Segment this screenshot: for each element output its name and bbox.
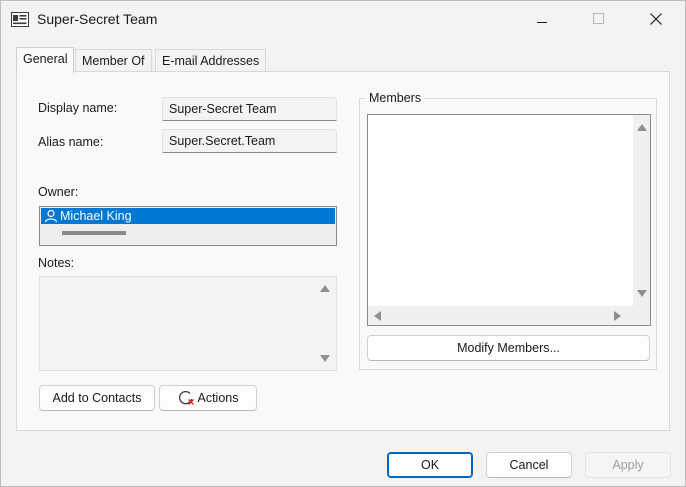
members-scroll-down-icon[interactable] (637, 290, 647, 297)
window-title: Super-Secret Team (37, 11, 158, 27)
tab-email-addresses[interactable]: E-mail Addresses (155, 49, 267, 73)
ok-button[interactable]: OK (387, 452, 473, 478)
members-scroll-left-icon[interactable] (374, 311, 381, 321)
actions-label: Actions (197, 391, 239, 405)
members-group-label: Members (366, 91, 425, 105)
minimize-icon (537, 13, 547, 27)
members-scroll-right-icon[interactable] (614, 311, 621, 321)
members-group: Members Modify Members... (359, 91, 657, 370)
cancel-button[interactable]: Cancel (486, 452, 572, 478)
actions-button[interactable]: Actions (159, 385, 257, 411)
alias-name-label: Alias name: (38, 135, 104, 149)
minimize-button[interactable] (519, 1, 565, 39)
add-to-contacts-button[interactable]: Add to Contacts (39, 385, 155, 411)
dialog-window: Super-Secret Team General Member Of E-ma… (0, 0, 686, 487)
owner-label: Owner: (38, 185, 79, 199)
general-tab-panel: Display name: Super-Secret Team Alias na… (16, 71, 670, 431)
notes-scroll-down-icon[interactable] (320, 355, 330, 362)
close-button[interactable] (633, 1, 679, 39)
members-horizontal-scrollbar[interactable] (368, 306, 634, 325)
maximize-icon (592, 13, 604, 27)
actions-icon (178, 390, 196, 406)
owner-list[interactable]: Michael King (39, 206, 337, 246)
modify-members-button[interactable]: Modify Members... (367, 335, 650, 361)
members-vertical-scrollbar[interactable] (633, 115, 650, 307)
owner-list-item[interactable]: Michael King (41, 208, 335, 224)
tab-general[interactable]: General (16, 47, 75, 73)
alias-name-field[interactable]: Super.Secret.Team (162, 129, 337, 153)
apply-button: Apply (585, 452, 671, 478)
scrollbar-corner (633, 306, 650, 325)
contact-card-icon (11, 12, 29, 27)
notes-field[interactable] (39, 276, 337, 371)
members-list[interactable] (367, 114, 651, 326)
tab-member-of[interactable]: Member Of (75, 49, 152, 73)
members-scroll-up-icon[interactable] (637, 124, 647, 131)
owner-name: Michael King (60, 209, 132, 223)
notes-label: Notes: (38, 256, 75, 270)
display-name-label: Display name: (38, 101, 118, 115)
maximize-button (575, 1, 621, 39)
title-bar: Super-Secret Team (1, 1, 685, 39)
notes-scroll-up-icon[interactable] (320, 285, 330, 292)
display-name-field[interactable]: Super-Secret Team (162, 97, 337, 121)
owner-list-scrollbar[interactable] (62, 231, 126, 235)
person-icon (44, 209, 58, 223)
close-icon (650, 12, 662, 28)
